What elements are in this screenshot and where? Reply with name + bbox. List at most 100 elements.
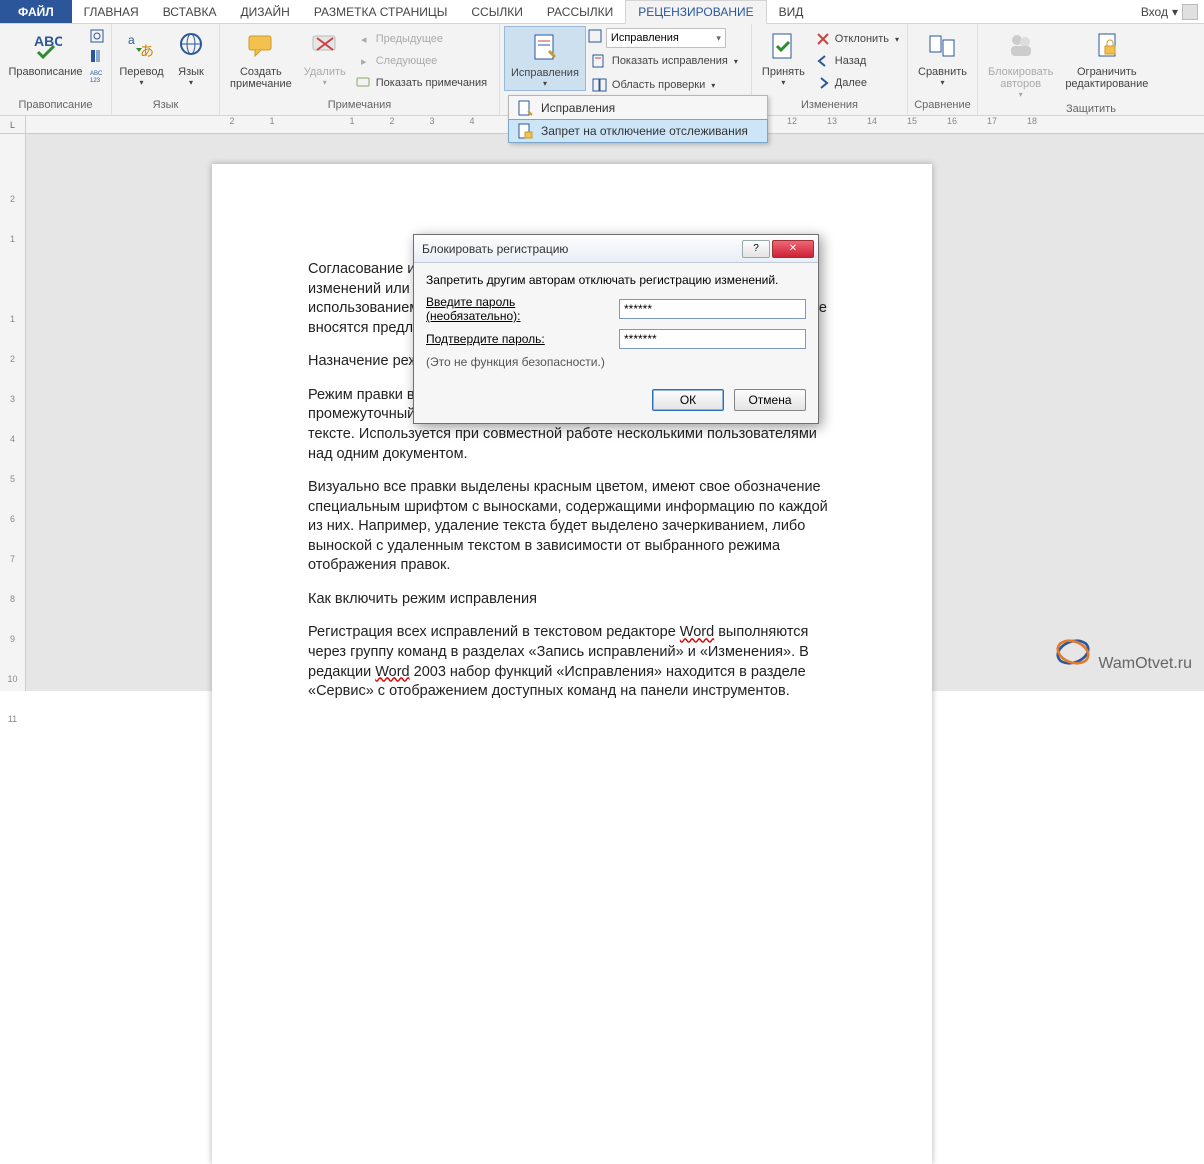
accept-icon [767,30,799,62]
restrict-label: Ограничить редактирование [1065,66,1148,90]
doc-p6: Регистрация всех исправлений в текстовом… [308,623,836,701]
group-protect-label: Защитить [978,103,1204,117]
thesaurus-icon[interactable] [89,48,105,64]
reject-icon [815,31,831,47]
ok-button[interactable]: ОК [652,389,724,411]
new-comment-label: Создать примечание [230,66,292,90]
restrict-icon [1091,30,1123,62]
language-label: Язык [178,66,204,78]
research-icon[interactable] [89,28,105,44]
display-review-icon [588,28,604,44]
dialog-title: Блокировать регистрацию [422,242,740,256]
group-proofing: ABC Правописание ABC123 Правописание [0,24,112,115]
show-markup-button[interactable]: Показать исправления▾ [588,50,742,72]
tab-design[interactable]: ДИЗАЙН [229,0,302,23]
group-language-label: Язык [112,99,219,115]
group-changes-label: Изменения [752,99,907,115]
group-changes: Принять ▾ Отклонить▾ Назад Далее Изменен… [752,24,908,115]
spellcheck-icon: ABC [30,30,62,62]
confirm-label: Подтвердите пароль: [426,332,611,346]
confirm-input[interactable] [619,329,806,349]
track-changes-label: Исправления [511,67,579,79]
dd-lock-tracking[interactable]: Запрет на отключение отслеживания [508,119,768,143]
next-icon: ▸ [356,53,372,69]
dd-item-0-label: Исправления [541,101,615,115]
forward-button[interactable]: Далее [811,72,903,94]
block-authors-label: Блокировать авторов [988,66,1053,90]
dialog-hint: Запретить другим авторам отключать регис… [426,273,806,287]
dialog-body: Запретить другим авторам отключать регис… [414,263,818,381]
review-pane-button[interactable]: Область проверки▾ [588,74,742,96]
back-button[interactable]: Назад [811,50,903,72]
prev-icon: ◂ [356,31,372,47]
svg-text:あ: あ [140,43,154,59]
track-changes-icon [529,31,561,63]
restrict-editing-button[interactable]: Ограничить редактирование [1059,26,1154,92]
language-icon [175,30,207,62]
compare-button[interactable]: Сравнить ▾ [912,26,973,89]
dialog-close-button[interactable]: ✕ [772,240,814,258]
show-comments-button[interactable]: Показать примечания [352,72,491,94]
track-changes-button[interactable]: Исправления ▾ [504,26,586,91]
lock-icon [517,123,533,139]
vertical-ruler[interactable]: 211234567891011 [0,134,26,691]
cancel-button[interactable]: Отмена [734,389,806,411]
tab-references[interactable]: ССЫЛКИ [459,0,534,23]
group-compare-label: Сравнение [908,99,977,115]
block-authors-icon [1005,30,1037,62]
group-comments-label: Примечания [220,99,499,115]
language-button[interactable]: Язык ▾ [167,26,215,89]
svg-text:ABC: ABC [34,33,62,49]
wordcount-icon[interactable]: ABC123 [89,68,105,84]
group-protect: Блокировать авторов ▾ Ограничить редакти… [978,24,1204,115]
dialog-help-button[interactable]: ? [742,240,770,258]
forward-icon [815,75,831,91]
dialog-note: (Это не функция безопасности.) [426,355,806,369]
tab-review[interactable]: РЕЦЕНЗИРОВАНИЕ [625,0,766,24]
new-comment-button[interactable]: Создать примечание [224,26,298,92]
svg-text:123: 123 [90,78,101,84]
translate-label: Перевод [119,66,163,78]
group-compare: Сравнить ▾ Сравнение [908,24,978,115]
watermark: WamOtvet.ru [1052,631,1192,673]
track-changes-small-icon [517,100,533,116]
delete-comment-button[interactable]: Удалить ▾ [298,26,352,89]
tab-insert[interactable]: ВСТАВКА [151,0,229,23]
dd-item-1-label: Запрет на отключение отслеживания [541,124,748,138]
doc-p5: Как включить режим исправления [308,590,836,610]
reject-button[interactable]: Отклонить▾ [811,28,903,50]
review-pane-icon [592,77,608,93]
watermark-text: WamOtvet.ru [1098,655,1192,673]
block-authors-button[interactable]: Блокировать авторов ▾ [982,26,1059,101]
accept-button[interactable]: Принять ▾ [756,26,811,89]
spellcheck-button[interactable]: ABC Правописание [4,26,87,80]
watermark-icon [1052,631,1094,673]
prev-comment-button[interactable]: ◂Предыдущее [352,28,491,50]
tab-mailings[interactable]: РАССЫЛКИ [535,0,625,23]
translate-icon: aあ [126,30,158,62]
show-comments-icon [356,75,372,91]
tab-home[interactable]: ГЛАВНАЯ [72,0,151,23]
spellcheck-label: Правописание [8,66,82,78]
dialog-footer: ОК Отмена [414,381,818,423]
dialog-titlebar[interactable]: Блокировать регистрацию ? ✕ [414,235,818,263]
tab-layout[interactable]: РАЗМЕТКА СТРАНИЦЫ [302,0,460,23]
dd-track-changes[interactable]: Исправления [509,96,767,120]
comment-delete-icon [309,30,341,62]
lock-tracking-dialog: Блокировать регистрацию ? ✕ Запретить др… [413,234,819,424]
compare-icon [927,30,959,62]
avatar-icon [1182,4,1198,20]
next-comment-button[interactable]: ▸Следующее [352,50,491,72]
display-review-select[interactable]: Исправления [606,28,726,48]
tab-file[interactable]: ФАЙЛ [0,0,72,23]
password-input[interactable] [619,299,806,319]
menubar: ФАЙЛ ГЛАВНАЯ ВСТАВКА ДИЗАЙН РАЗМЕТКА СТР… [0,0,1204,24]
group-comments: Создать примечание Удалить ▾ ◂Предыдущее… [220,24,500,115]
back-icon [815,53,831,69]
tab-view[interactable]: ВИД [767,0,816,23]
compare-label: Сравнить [918,66,967,78]
login-link[interactable]: Вход ▾ [1135,0,1204,23]
translate-button[interactable]: aあ Перевод ▾ [116,26,167,89]
group-proofing-label: Правописание [0,99,111,115]
svg-text:a: a [128,33,135,47]
